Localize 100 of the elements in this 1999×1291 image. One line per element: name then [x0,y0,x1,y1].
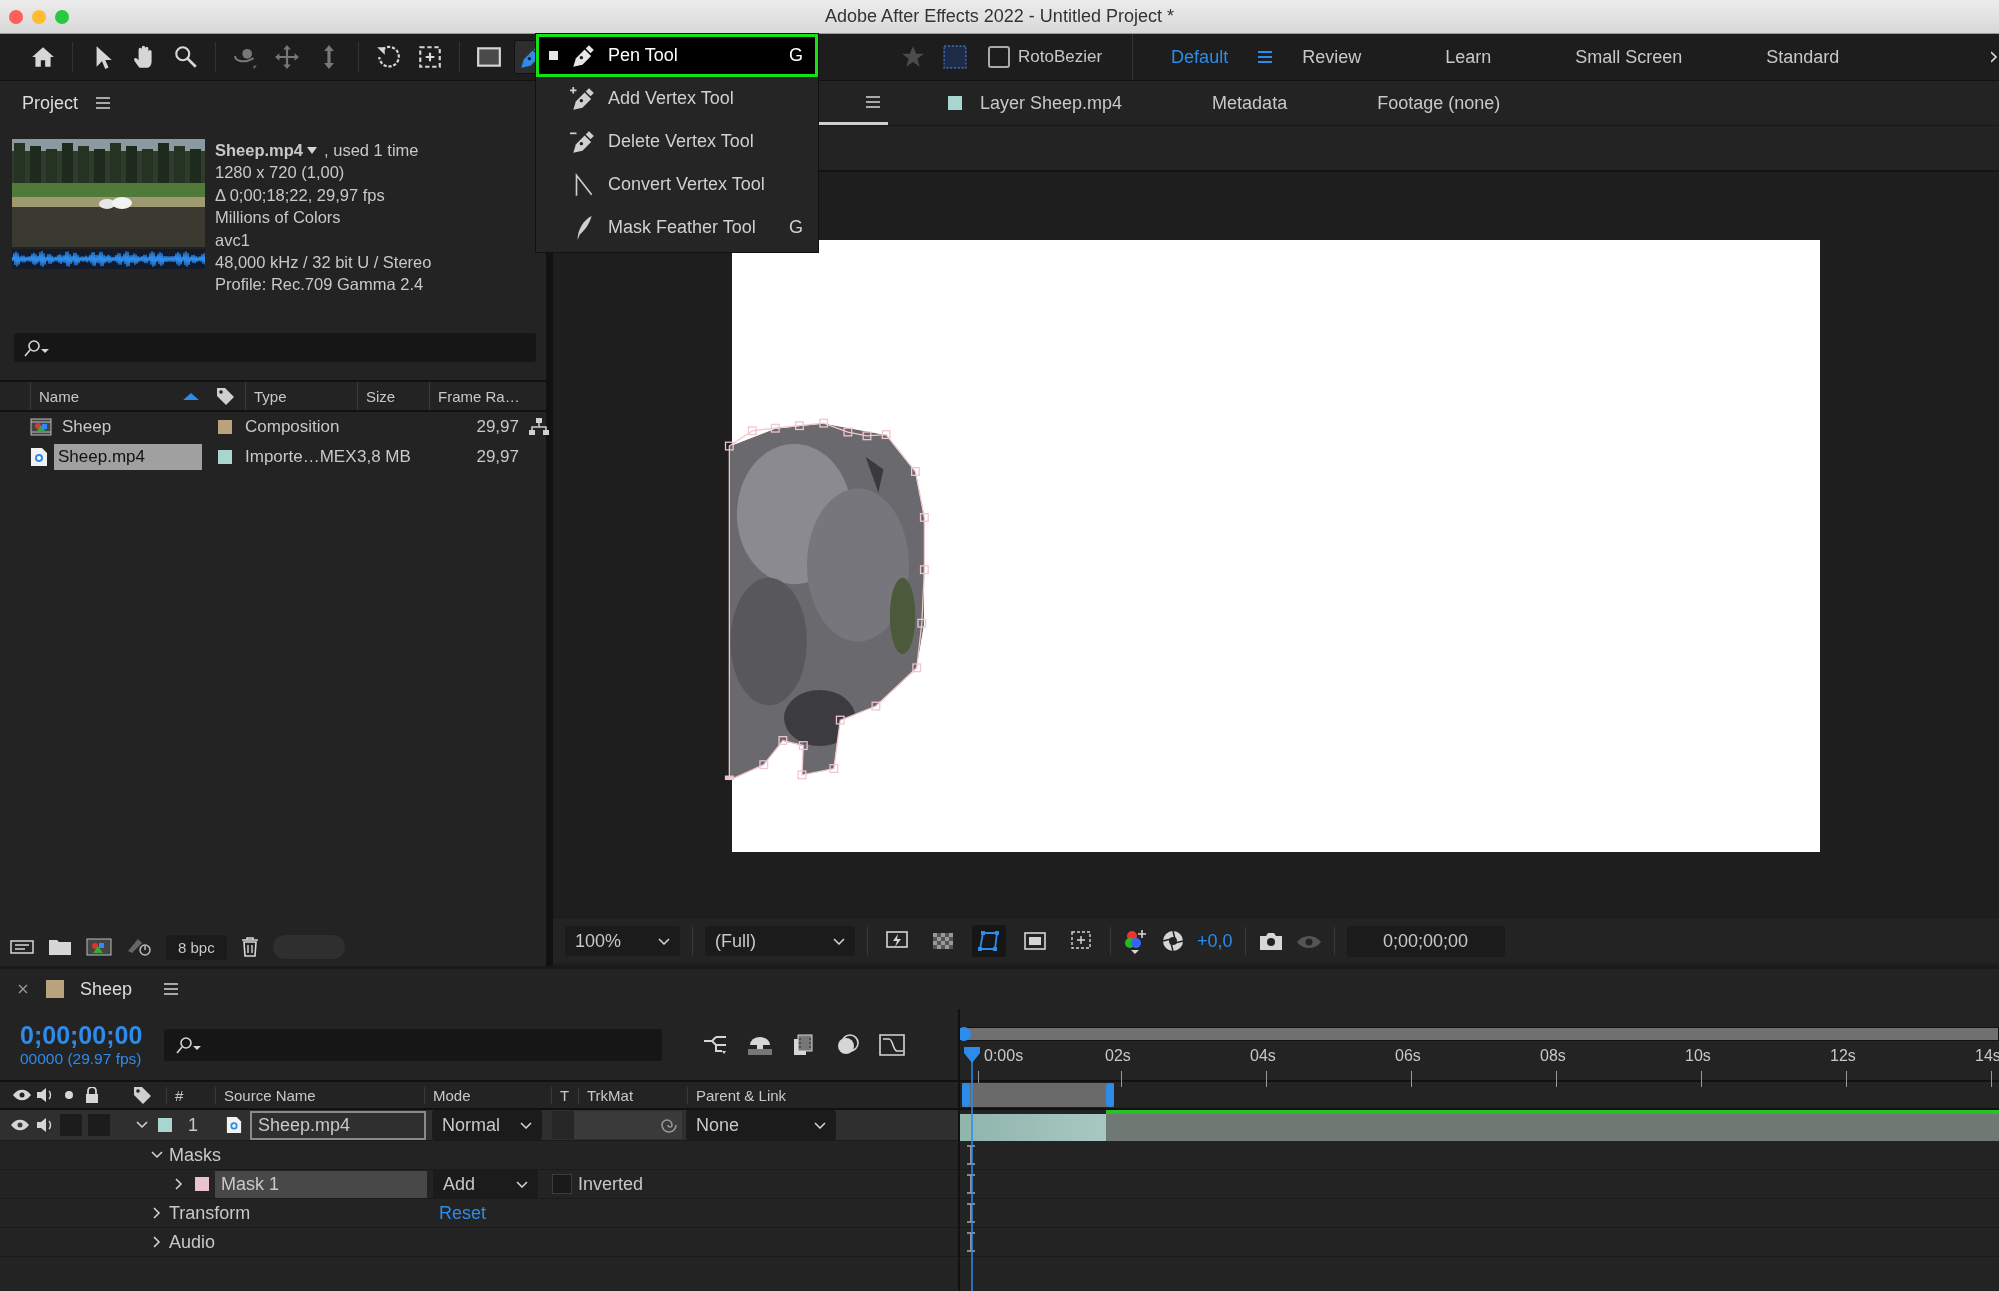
folder-icon[interactable] [48,938,72,956]
workspace-tab[interactable]: Default [1171,46,1229,68]
tag-icon[interactable] [132,1085,152,1105]
footage-file-icon [30,447,48,467]
eye-icon[interactable] [10,1117,30,1133]
column-header-cell[interactable]: Size [357,382,429,410]
dropdown[interactable]: (Full) [705,926,855,956]
ruler-label: 12s [1830,1047,1856,1065]
table-cell: 29,97 [476,417,519,437]
mask-name-field[interactable]: Mask 1 [215,1170,427,1198]
column-header[interactable]: T [551,1086,578,1104]
chevron-right-icon[interactable] [151,1236,163,1248]
property-group[interactable]: Audio [169,1231,439,1253]
current-time[interactable]: 0;00;00;00 [20,1021,143,1050]
rotobezier-checkbox[interactable]: RotoBezier [988,46,1103,68]
dropdown-arrow-icon[interactable] [307,146,318,154]
camera-icon[interactable] [1257,930,1284,952]
aperture-icon[interactable] [1161,929,1185,953]
layer-name-field[interactable]: Sheep.mp4 [250,1110,426,1140]
property-group[interactable]: Transform [169,1202,439,1224]
workspace-tab[interactable]: Standard [1766,46,1840,68]
property-group[interactable]: Masks [169,1144,439,1166]
panel-title[interactable]: Project [22,92,79,114]
flowchart-icon[interactable] [529,418,549,436]
pen-plus-icon [570,85,596,112]
tag-icon[interactable] [215,386,235,406]
sort-arrow-icon[interactable] [183,392,199,400]
frame-count: 00000 (29.97 fps) [20,1050,143,1068]
menu-item[interactable]: Add Vertex Tool [536,77,818,120]
chevron-down-icon[interactable] [151,1149,163,1161]
menu-item[interactable]: Mask Feather Tool G [536,206,818,249]
column-header-cell[interactable]: Frame Ra… [429,382,527,410]
mask-shape-icon [977,929,1001,953]
column-header[interactable]: Source Name [215,1086,424,1104]
label-swatch[interactable] [218,450,232,464]
color-channels-icon[interactable] [1123,928,1149,954]
speaker-icon[interactable] [36,1117,54,1133]
i-beam-icon [967,1232,975,1252]
timecode-field[interactable]: 0;00;00;00 [1346,925,1505,957]
ruler-label: 04s [1250,1047,1276,1065]
dropdown[interactable]: 100% [565,926,680,956]
checkbox[interactable] [988,46,1010,68]
shortcut-key: G [789,217,803,238]
parent-dropdown[interactable]: None [686,1110,836,1140]
table-cell: 3,8 MB [357,447,411,467]
chevron-right-icon[interactable] [173,1178,185,1190]
time-navigator[interactable] [960,1027,1999,1041]
workspace-tab[interactable]: Review [1302,46,1362,68]
dotted-square-icon [942,44,968,70]
column-header[interactable]: # [166,1086,215,1104]
panel-tab[interactable]: Metadata [1212,92,1288,114]
column-header[interactable]: Parent & Link [687,1086,876,1104]
graph-editor-icon[interactable] [878,1032,907,1057]
column-header-cell[interactable]: Type [245,382,357,410]
menu-icon[interactable] [1258,51,1273,63]
project-settings-icon[interactable] [126,937,152,957]
inverted-checkbox[interactable] [552,1174,572,1194]
label-swatch[interactable] [158,1118,172,1132]
composition-tab[interactable]: Sheep [80,978,133,1000]
project-item[interactable]: Sheep [58,414,116,440]
rotate-icon [375,44,401,70]
new-composition-icon[interactable] [86,937,112,957]
panel-tab[interactable]: Layer Sheep.mp4 [980,92,1123,114]
trash-icon[interactable] [240,937,259,957]
reset-link[interactable]: Reset [439,1202,487,1224]
project-item[interactable]: Sheep.mp4 [54,444,202,470]
toggle-button[interactable] [972,925,1006,957]
panel-tab[interactable]: Footage (none) [1377,92,1501,114]
dashed-frame-icon [417,44,443,70]
chevron-down-icon [658,937,670,945]
mode-dropdown[interactable]: Normal [432,1110,542,1140]
workspace-tab[interactable]: Learn [1445,46,1492,68]
column-header[interactable]: Mode [424,1086,551,1104]
work-area-handle[interactable] [962,1083,970,1107]
menu-item[interactable]: Delete Vertex Tool [536,120,818,163]
column-header[interactable]: TrkMat [578,1086,687,1104]
exposure-value[interactable]: +0,0 [1197,930,1233,952]
mask-mode-dropdown[interactable]: Add [433,1169,538,1199]
chevron-right-icon[interactable] [151,1207,163,1219]
chevron-down-icon[interactable] [136,1119,148,1131]
navigator-handle[interactable] [960,1027,971,1041]
label-swatch[interactable] [218,420,232,434]
close-icon[interactable] [18,984,28,994]
playhead[interactable] [963,1047,981,1291]
footage-info: avc1 [215,229,251,251]
interpret-footage-icon[interactable] [10,938,34,956]
work-area-handle[interactable] [1106,1083,1114,1107]
menu-item[interactable]: Convert Vertex Tool [536,163,818,206]
menu-item[interactable]: Pen Tool G [536,34,818,77]
footage-name[interactable]: Sheep.mp4 [215,139,304,162]
chevron-down-icon [520,1121,532,1129]
mask-color-swatch[interactable] [195,1177,209,1191]
search-field[interactable] [14,333,536,362]
workspace-tab[interactable]: Small Screen [1575,46,1683,68]
window-title: Adobe After Effects 2022 - Untitled Project * [825,6,1174,27]
chevron-icon[interactable] [1991,51,1997,63]
bit-depth-button[interactable]: 8 bpc [166,934,227,960]
column-header-cell[interactable]: Name [30,382,205,410]
search-field[interactable] [164,1028,663,1061]
column-header: Size [366,387,396,405]
